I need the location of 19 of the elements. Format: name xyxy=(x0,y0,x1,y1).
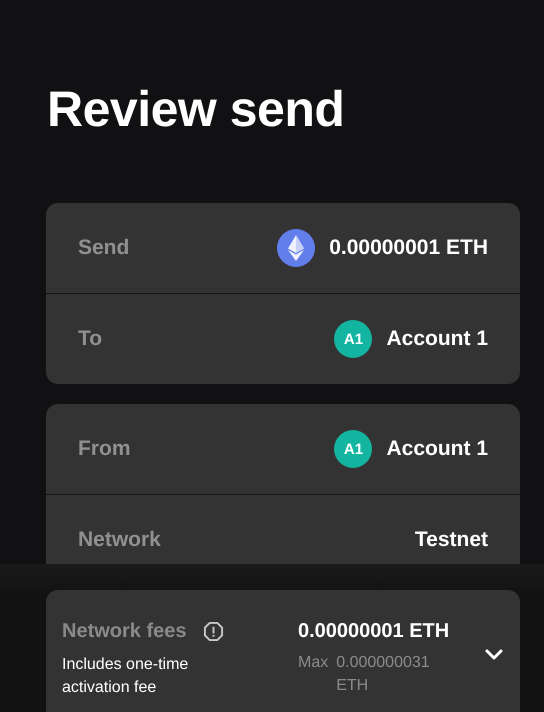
fee-amount: 0.00000001 ETH xyxy=(298,620,450,643)
info-icon[interactable] xyxy=(202,621,224,642)
max-label: Max xyxy=(298,653,328,673)
chevron-icon[interactable] xyxy=(484,648,504,662)
ethereum-icon xyxy=(277,229,316,267)
row-label: To xyxy=(78,327,102,351)
max-fee-value: 0.000000031 ETH xyxy=(336,653,431,696)
account-avatar: A1 xyxy=(334,430,372,468)
account-avatar: A1 xyxy=(334,320,372,358)
fee-label: Network fees xyxy=(62,620,186,643)
row-label: From xyxy=(78,437,130,461)
row-value: Account 1 xyxy=(386,327,488,351)
row-value: Account 1 xyxy=(386,437,488,461)
row-value: 0.00000001 ETH xyxy=(329,236,488,260)
row-label: Send xyxy=(78,236,130,260)
row-value: Testnet xyxy=(414,528,488,552)
fee-note: Includes one-time activation fee xyxy=(62,655,190,698)
row-label: Network xyxy=(78,528,161,552)
page-title: Review send xyxy=(46,80,346,139)
